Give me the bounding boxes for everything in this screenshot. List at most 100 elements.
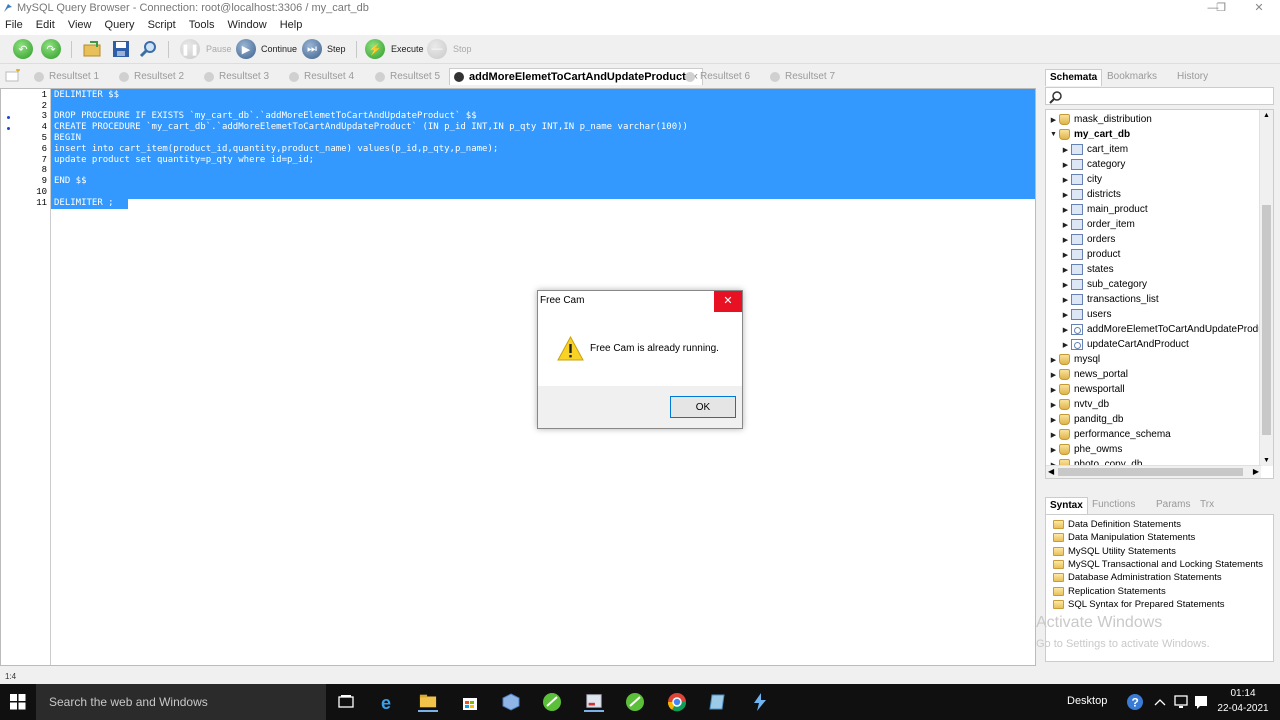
menu-script[interactable]: Script [143, 17, 181, 31]
scroll-up-arrow-icon[interactable]: ▲ [1263, 112, 1270, 119]
search-button[interactable] [139, 38, 159, 60]
tree-node-table[interactable]: ▶ orders [1061, 232, 1115, 247]
stop-button[interactable]: — Stop [427, 38, 472, 60]
tree-node-table[interactable]: ▶ order_item [1061, 217, 1135, 232]
tab-resultset-4[interactable]: Resultset 4 [289, 68, 354, 85]
collapsed-arrow-icon[interactable]: ▶ [1061, 236, 1070, 244]
store-icon[interactable] [460, 692, 480, 712]
tree-node-table[interactable]: ▶ districts [1061, 187, 1121, 202]
bookmark-marker[interactable] [7, 116, 10, 119]
tab-resultset-3[interactable]: Resultset 3 [204, 68, 269, 85]
scrollbar-thumb[interactable] [1058, 468, 1243, 476]
file-explorer-icon[interactable] [418, 692, 438, 712]
collapsed-arrow-icon[interactable]: ▶ [1061, 341, 1070, 349]
app-leaf-icon[interactable] [542, 692, 562, 712]
syntax-item[interactable]: Data Manipulation Statements [1053, 531, 1195, 544]
tab-resultset-5[interactable]: Resultset 5 [375, 68, 440, 85]
tree-node-table[interactable]: ▶ product [1061, 247, 1120, 262]
step-button[interactable]: ⏭ Step [302, 38, 346, 60]
collapsed-arrow-icon[interactable]: ▶ [1061, 191, 1070, 199]
taskbar-search-input[interactable]: Search the web and Windows [36, 684, 326, 720]
tab-resultset-6[interactable]: Resultset 6 [685, 68, 750, 85]
new-tab-icon[interactable] [4, 69, 22, 83]
network-icon[interactable] [1171, 692, 1191, 712]
forward-button[interactable]: ↷ [41, 38, 61, 60]
tab-bookmarks[interactable]: Bookmarks [1107, 69, 1157, 86]
tab-trx[interactable]: Trx [1200, 497, 1214, 514]
app-leaf-icon[interactable] [625, 692, 645, 712]
menu-tools[interactable]: Tools [184, 17, 220, 31]
scroll-down-arrow-icon[interactable]: ▼ [1263, 457, 1270, 464]
tree-node-procedure[interactable]: ▶ updateCartAndProduct [1061, 337, 1189, 352]
tree-node-schema[interactable]: ▶ newsportall [1049, 382, 1125, 397]
sql-editor[interactable]: 1 2 3 4 5 6 7 8 9 10 11 DELIMITER $$ DRO… [0, 88, 1036, 666]
help-icon[interactable]: ? [1125, 692, 1145, 712]
collapsed-arrow-icon[interactable]: ▶ [1049, 356, 1058, 364]
tree-node-table[interactable]: ▶ category [1061, 157, 1125, 172]
tree-node-schema[interactable]: ▼ my_cart_db [1049, 127, 1130, 142]
collapsed-arrow-icon[interactable]: ▶ [1061, 251, 1070, 259]
menu-help[interactable]: Help [275, 17, 308, 31]
clock-time[interactable]: 01:14 [1221, 688, 1265, 699]
tab-resultset-1[interactable]: Resultset 1 [34, 68, 99, 85]
scroll-left-arrow-icon[interactable]: ◀ [1048, 467, 1054, 476]
tree-vertical-scrollbar[interactable]: ▲ ▼ [1259, 110, 1273, 466]
close-window-button[interactable]: ✕ [1239, 0, 1279, 17]
tab-params[interactable]: Params [1156, 497, 1190, 514]
chrome-icon[interactable] [667, 692, 687, 712]
syntax-item[interactable]: SQL Syntax for Prepared Statements [1053, 598, 1224, 611]
tree-node-table[interactable]: ▶ transactions_list [1061, 292, 1159, 307]
tree-node-schema[interactable]: ▶ mask_distribution [1049, 112, 1152, 127]
collapsed-arrow-icon[interactable]: ▶ [1061, 266, 1070, 274]
tree-horizontal-scrollbar[interactable]: ◀ ▶ [1046, 465, 1261, 478]
task-view-icon[interactable] [336, 692, 356, 712]
collapsed-arrow-icon[interactable]: ▶ [1061, 221, 1070, 229]
app-cube-icon[interactable] [501, 692, 521, 712]
collapsed-arrow-icon[interactable]: ▶ [1061, 281, 1070, 289]
tree-node-table[interactable]: ▶ sub_category [1061, 277, 1147, 292]
collapsed-arrow-icon[interactable]: ▶ [1061, 296, 1070, 304]
syntax-item[interactable]: Replication Statements [1053, 585, 1166, 598]
syntax-item[interactable]: MySQL Utility Statements [1053, 545, 1176, 558]
collapsed-arrow-icon[interactable]: ▶ [1049, 386, 1058, 394]
syntax-item[interactable]: MySQL Transactional and Locking Statemen… [1053, 558, 1263, 571]
syntax-item[interactable]: Database Administration Statements [1053, 571, 1222, 584]
ok-button[interactable]: OK [670, 396, 736, 418]
tree-node-table[interactable]: ▶ cart_item [1061, 142, 1128, 157]
continue-button[interactable]: ▶ Continue [236, 38, 297, 60]
execute-button[interactable]: ⚡ Execute [365, 38, 424, 60]
mysql-query-browser-taskbar-icon[interactable] [584, 692, 604, 712]
maximize-button[interactable]: ❐ [1201, 0, 1241, 17]
collapsed-arrow-icon[interactable]: ▶ [1061, 176, 1070, 184]
menu-window[interactable]: Window [223, 17, 272, 31]
menu-view[interactable]: View [63, 17, 97, 31]
collapsed-arrow-icon[interactable]: ▶ [1049, 416, 1058, 424]
collapsed-arrow-icon[interactable]: ▶ [1061, 161, 1070, 169]
save-button[interactable] [111, 38, 131, 60]
notification-icon[interactable] [1191, 692, 1211, 712]
pause-button[interactable]: ❚❚ Pause [180, 38, 232, 60]
menu-file[interactable]: File [0, 17, 28, 31]
bookmark-marker[interactable] [7, 127, 10, 130]
expanded-arrow-icon[interactable]: ▼ [1049, 131, 1058, 138]
tab-syntax[interactable]: Syntax [1045, 497, 1088, 514]
edge-browser-icon[interactable]: e [378, 692, 398, 712]
collapsed-arrow-icon[interactable]: ▶ [1049, 431, 1058, 439]
start-button[interactable] [0, 684, 36, 720]
tab-functions[interactable]: Functions [1092, 497, 1135, 514]
tree-node-schema[interactable]: ▶ performance_schema [1049, 427, 1171, 442]
app-lightning-icon[interactable] [750, 692, 770, 712]
menu-edit[interactable]: Edit [31, 17, 60, 31]
tree-node-table[interactable]: ▶ main_product [1061, 202, 1148, 217]
collapsed-arrow-icon[interactable]: ▶ [1049, 401, 1058, 409]
desktop-toolbar-label[interactable]: Desktop [1067, 695, 1107, 707]
collapsed-arrow-icon[interactable]: ▶ [1049, 371, 1058, 379]
collapsed-arrow-icon[interactable]: ▶ [1049, 116, 1058, 124]
tree-node-table[interactable]: ▶ states [1061, 262, 1114, 277]
open-button[interactable] [82, 38, 102, 60]
tab-procedure-editor[interactable]: addMoreElemetToCartAndUpdateProduct × [449, 68, 704, 85]
tree-node-table[interactable]: ▶ city [1061, 172, 1102, 187]
tab-schemata[interactable]: Schemata [1045, 69, 1103, 86]
tree-node-schema[interactable]: ▶ news_portal [1049, 367, 1128, 382]
tree-node-schema[interactable]: ▶ nvtv_db [1049, 397, 1109, 412]
